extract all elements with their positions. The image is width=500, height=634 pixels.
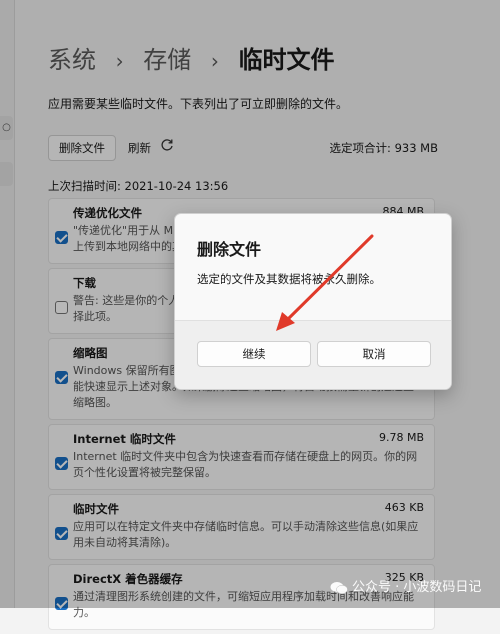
dialog-title: 删除文件 <box>197 240 262 259</box>
watermark: 公众号 · 小波数码日记 <box>330 576 481 595</box>
wechat-icon <box>330 581 348 595</box>
continue-button[interactable]: 继续 <box>197 341 311 367</box>
dialog-message: 选定的文件及其数据将被永久删除。 <box>197 272 381 286</box>
delete-files-dialog: 删除文件 选定的文件及其数据将被永久删除。 继续 取消 <box>174 213 452 390</box>
dialog-footer: 继续 取消 <box>175 320 451 389</box>
watermark-text: 公众号 · 小波数码日记 <box>352 580 482 595</box>
cancel-button[interactable]: 取消 <box>317 341 431 367</box>
